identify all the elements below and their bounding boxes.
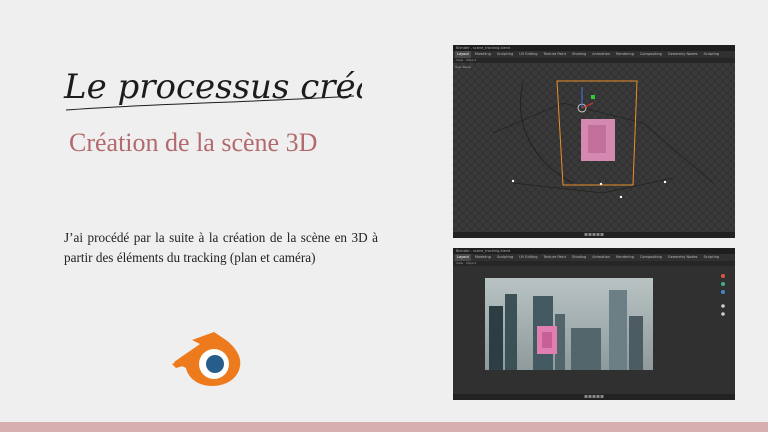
- workspace-tabs: Layout Modeling Sculpting UV Editing Tex…: [453, 51, 735, 58]
- timeline: [453, 232, 735, 238]
- tab-scripting[interactable]: Scripting: [701, 51, 721, 58]
- tab-compositing[interactable]: Compositing: [638, 51, 664, 58]
- tab-geometry-nodes[interactable]: Geometry Nodes: [666, 254, 700, 261]
- blender-screenshot-camera: Blender - scene_tracking.blend Layout Mo…: [453, 248, 735, 400]
- tab-uv-editing[interactable]: UV Editing: [517, 51, 539, 58]
- subtitle: Création de la scène 3D: [69, 128, 318, 157]
- script-title-art: Le processus créatif: [63, 67, 418, 111]
- scene-graphic: [492, 80, 714, 199]
- blender-logo: [170, 326, 246, 388]
- playback-controls[interactable]: [584, 233, 604, 236]
- timeline: [453, 394, 735, 400]
- script-title: Le processus créatif: [62, 52, 418, 122]
- tab-modeling[interactable]: Modeling: [473, 254, 493, 261]
- playback-controls[interactable]: [584, 395, 604, 398]
- camera-view-graphic: [485, 274, 725, 370]
- viewport-label: User Persp: [455, 65, 472, 69]
- tab-shading[interactable]: Shading: [570, 51, 588, 58]
- tab-uv-editing[interactable]: UV Editing: [517, 254, 539, 261]
- tab-modeling[interactable]: Modeling: [473, 51, 493, 58]
- tab-layout[interactable]: Layout: [455, 254, 471, 261]
- tab-texture-paint[interactable]: Texture Paint: [541, 51, 568, 58]
- script-title-text: Le processus créatif: [63, 67, 362, 107]
- tab-shading[interactable]: Shading: [570, 254, 588, 261]
- tab-sculpting[interactable]: Sculpting: [495, 51, 515, 58]
- tab-animation[interactable]: Animation: [590, 254, 612, 261]
- tab-texture-paint[interactable]: Texture Paint: [541, 254, 568, 261]
- tab-rendering[interactable]: Rendering: [614, 254, 636, 261]
- tab-geometry-nodes[interactable]: Geometry Nodes: [666, 51, 700, 58]
- camera-viewport[interactable]: [453, 266, 735, 394]
- workspace-tabs: Layout Modeling Sculpting UV Editing Tex…: [453, 254, 735, 261]
- tab-sculpting[interactable]: Sculpting: [495, 254, 515, 261]
- bottom-band: [0, 422, 768, 432]
- tab-compositing[interactable]: Compositing: [638, 254, 664, 261]
- tab-scripting[interactable]: Scripting: [701, 254, 721, 261]
- tab-animation[interactable]: Animation: [590, 51, 612, 58]
- tab-layout[interactable]: Layout: [455, 51, 471, 58]
- 3d-viewport[interactable]: User Persp: [453, 63, 735, 232]
- blender-screenshot-scene: Blender - scene_tracking.blend Layout Mo…: [453, 45, 735, 238]
- tab-rendering[interactable]: Rendering: [614, 51, 636, 58]
- body-text: J’ai procédé par la suite à la création …: [64, 230, 378, 265]
